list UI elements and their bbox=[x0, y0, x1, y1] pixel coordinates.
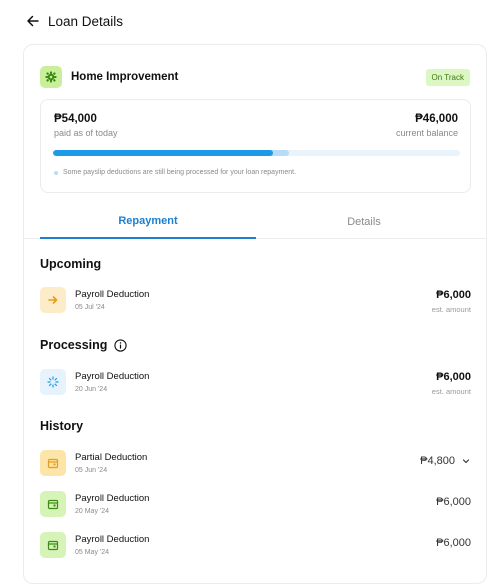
balance-label: current balance bbox=[395, 128, 458, 138]
balance-summary: ₱54,000 ₱46,000 paid as of today current… bbox=[40, 99, 471, 193]
item-date: 20 Jun '24 bbox=[75, 386, 108, 393]
item-amount: ₱4,800 bbox=[420, 455, 455, 467]
item-sub: est. amount bbox=[431, 387, 471, 396]
repayment-progress-bar bbox=[53, 150, 460, 156]
gear-icon bbox=[40, 66, 62, 88]
tab-details[interactable]: Details bbox=[256, 205, 472, 239]
item-amount: ₱6,000 bbox=[436, 289, 471, 301]
item-date: 05 May '24 bbox=[75, 549, 110, 556]
chevron-down-icon[interactable] bbox=[461, 456, 471, 466]
page-title: Loan Details bbox=[48, 13, 124, 29]
processing-note: Some payslip deductions are still being … bbox=[54, 169, 296, 176]
list-item[interactable]: Payroll Deduction 20 Jun '24 ₱6,000 est.… bbox=[40, 369, 471, 397]
calendar-icon bbox=[40, 532, 66, 558]
item-amount-expandable[interactable]: ₱4,800 bbox=[420, 455, 471, 467]
note-text: Some payslip deductions are still being … bbox=[63, 169, 297, 176]
item-amount: ₱6,000 bbox=[436, 537, 471, 549]
list-item[interactable]: Payroll Deduction 05 Jul '24 ₱6,000 est.… bbox=[40, 287, 471, 315]
arrow-right-icon bbox=[40, 287, 66, 313]
processing-title: Processing bbox=[40, 338, 128, 352]
amount-label-row: paid as of today current balance bbox=[54, 128, 458, 138]
top-bar: Loan Details bbox=[0, 0, 499, 42]
balance-amount: ₱46,000 bbox=[415, 113, 458, 125]
note-dot-icon bbox=[54, 170, 58, 175]
list-item[interactable]: Payroll Deduction 20 May '24 ₱6,000 bbox=[40, 491, 471, 519]
calendar-icon bbox=[40, 450, 66, 476]
item-amount: ₱6,000 bbox=[436, 371, 471, 383]
list-item[interactable]: Partial Deduction 05 Jun '24 ₱4,800 bbox=[40, 450, 471, 478]
amount-row: ₱54,000 ₱46,000 bbox=[54, 113, 458, 125]
loan-name: Home Improvement bbox=[71, 71, 179, 83]
list-item[interactable]: Payroll Deduction 05 May '24 ₱6,000 bbox=[40, 532, 471, 560]
progress-paid-fill bbox=[53, 150, 273, 156]
loan-card: Home Improvement On Track ₱54,000 ₱46,00… bbox=[23, 44, 487, 584]
info-icon[interactable] bbox=[114, 338, 128, 352]
item-label: Payroll Deduction bbox=[75, 371, 150, 382]
item-amount: ₱6,000 bbox=[436, 496, 471, 508]
paid-label: paid as of today bbox=[54, 128, 118, 138]
item-label: Payroll Deduction bbox=[75, 289, 150, 300]
item-date: 05 Jul '24 bbox=[75, 304, 105, 311]
history-title: History bbox=[40, 419, 84, 433]
upcoming-title: Upcoming bbox=[40, 257, 102, 271]
paid-amount: ₱54,000 bbox=[54, 113, 97, 125]
status-badge: On Track bbox=[425, 68, 470, 86]
tab-bar: Repayment Details bbox=[24, 205, 486, 239]
calendar-icon bbox=[40, 491, 66, 517]
item-label: Payroll Deduction bbox=[75, 493, 150, 504]
arrow-left-icon[interactable] bbox=[26, 14, 40, 28]
item-date: 20 May '24 bbox=[75, 508, 110, 515]
item-date: 05 Jun '24 bbox=[75, 467, 108, 474]
item-sub: est. amount bbox=[431, 305, 471, 314]
spinner-icon bbox=[40, 369, 66, 395]
item-label: Payroll Deduction bbox=[75, 534, 150, 545]
tab-repayment[interactable]: Repayment bbox=[40, 205, 256, 239]
processing-title-text: Processing bbox=[40, 338, 108, 352]
item-label: Partial Deduction bbox=[75, 452, 148, 463]
loan-header: Home Improvement On Track bbox=[40, 65, 470, 89]
